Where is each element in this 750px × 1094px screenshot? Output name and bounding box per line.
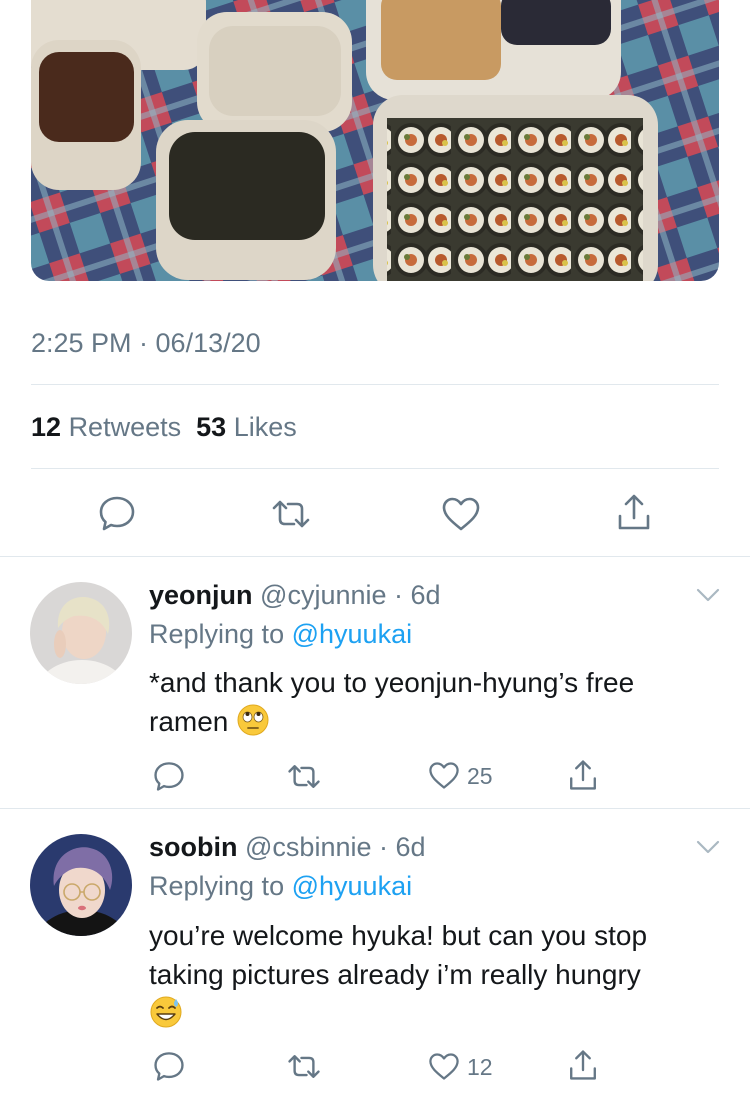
reply-age: · 6d bbox=[394, 580, 441, 610]
like-icon[interactable] bbox=[428, 761, 460, 790]
reply-text-line: *and thank you to yeonjun-hyung’s free bbox=[149, 667, 635, 698]
reply-author-handle[interactable]: @csbinnie bbox=[245, 832, 371, 862]
reply-author-handle[interactable]: @cyjunnie bbox=[260, 580, 386, 610]
replying-to-mention[interactable]: @hyuukai bbox=[292, 619, 412, 649]
retweet-icon[interactable] bbox=[270, 497, 312, 531]
divider bbox=[0, 556, 750, 557]
replying-to: Replying to @hyuukai bbox=[149, 871, 412, 902]
retweet-icon[interactable] bbox=[286, 762, 322, 791]
chevron-down-icon[interactable] bbox=[695, 586, 721, 604]
reply-text-line: you’re welcome hyuka! but can you stop bbox=[149, 920, 648, 951]
tweet-stats: 12 Retweets 53 Likes bbox=[31, 412, 297, 443]
divider bbox=[0, 808, 750, 809]
replying-to-mention[interactable]: @hyuukai bbox=[292, 871, 412, 901]
avatar[interactable] bbox=[30, 834, 132, 936]
avatar[interactable] bbox=[30, 582, 132, 684]
share-icon[interactable] bbox=[567, 758, 599, 792]
reply-icon[interactable] bbox=[98, 494, 136, 532]
replying-to-label: Replying to bbox=[149, 871, 285, 901]
reply-text: *and thank you to yeonjun-hyung’s free r… bbox=[149, 663, 719, 741]
replying-to: Replying to @hyuukai bbox=[149, 619, 412, 650]
likes-label: Likes bbox=[233, 412, 297, 442]
like-icon[interactable] bbox=[428, 1052, 460, 1081]
like-icon[interactable] bbox=[441, 496, 481, 532]
like-count: 12 bbox=[467, 1054, 493, 1080]
reply-text-line: taking pictures already i’m really hungr… bbox=[149, 959, 641, 990]
reply-icon[interactable] bbox=[153, 1050, 185, 1082]
replying-to-label: Replying to bbox=[149, 619, 285, 649]
likes-count: 53 bbox=[196, 412, 227, 442]
retweets-stat[interactable]: 12 Retweets bbox=[31, 412, 181, 442]
face-with-rolling-eyes-emoji bbox=[237, 704, 269, 736]
picnic-food-image bbox=[31, 0, 719, 281]
avatar-image-soobin bbox=[30, 834, 132, 936]
tweet-photo[interactable] bbox=[31, 0, 719, 281]
likes-stat[interactable]: 53 Likes bbox=[196, 412, 297, 442]
reply-author-name[interactable]: soobin bbox=[149, 832, 238, 862]
reply-author-name[interactable]: yeonjun bbox=[149, 580, 253, 610]
divider bbox=[31, 384, 719, 385]
reply-age: · 6d bbox=[379, 832, 426, 862]
share-icon[interactable] bbox=[615, 492, 653, 532]
avatar-image-yeonjun bbox=[30, 582, 132, 684]
like-count: 25 bbox=[467, 763, 493, 789]
chevron-down-icon[interactable] bbox=[695, 838, 721, 856]
divider bbox=[31, 468, 719, 469]
reply-icon[interactable] bbox=[153, 760, 185, 792]
retweets-count: 12 bbox=[31, 412, 62, 442]
reply-text-line: ramen bbox=[149, 706, 229, 737]
grinning-face-with-sweat-emoji bbox=[150, 996, 182, 1028]
share-icon[interactable] bbox=[567, 1048, 599, 1082]
reply-header: soobin @csbinnie · 6d bbox=[149, 832, 426, 863]
reply-header: yeonjun @cyjunnie · 6d bbox=[149, 580, 441, 611]
retweets-label: Retweets bbox=[68, 412, 182, 442]
tweet-timestamp: 2:25 PM · 06/13/20 bbox=[31, 328, 261, 358]
retweet-icon[interactable] bbox=[286, 1052, 322, 1081]
reply-text: you’re welcome hyuka! but can you stop t… bbox=[149, 916, 719, 1033]
